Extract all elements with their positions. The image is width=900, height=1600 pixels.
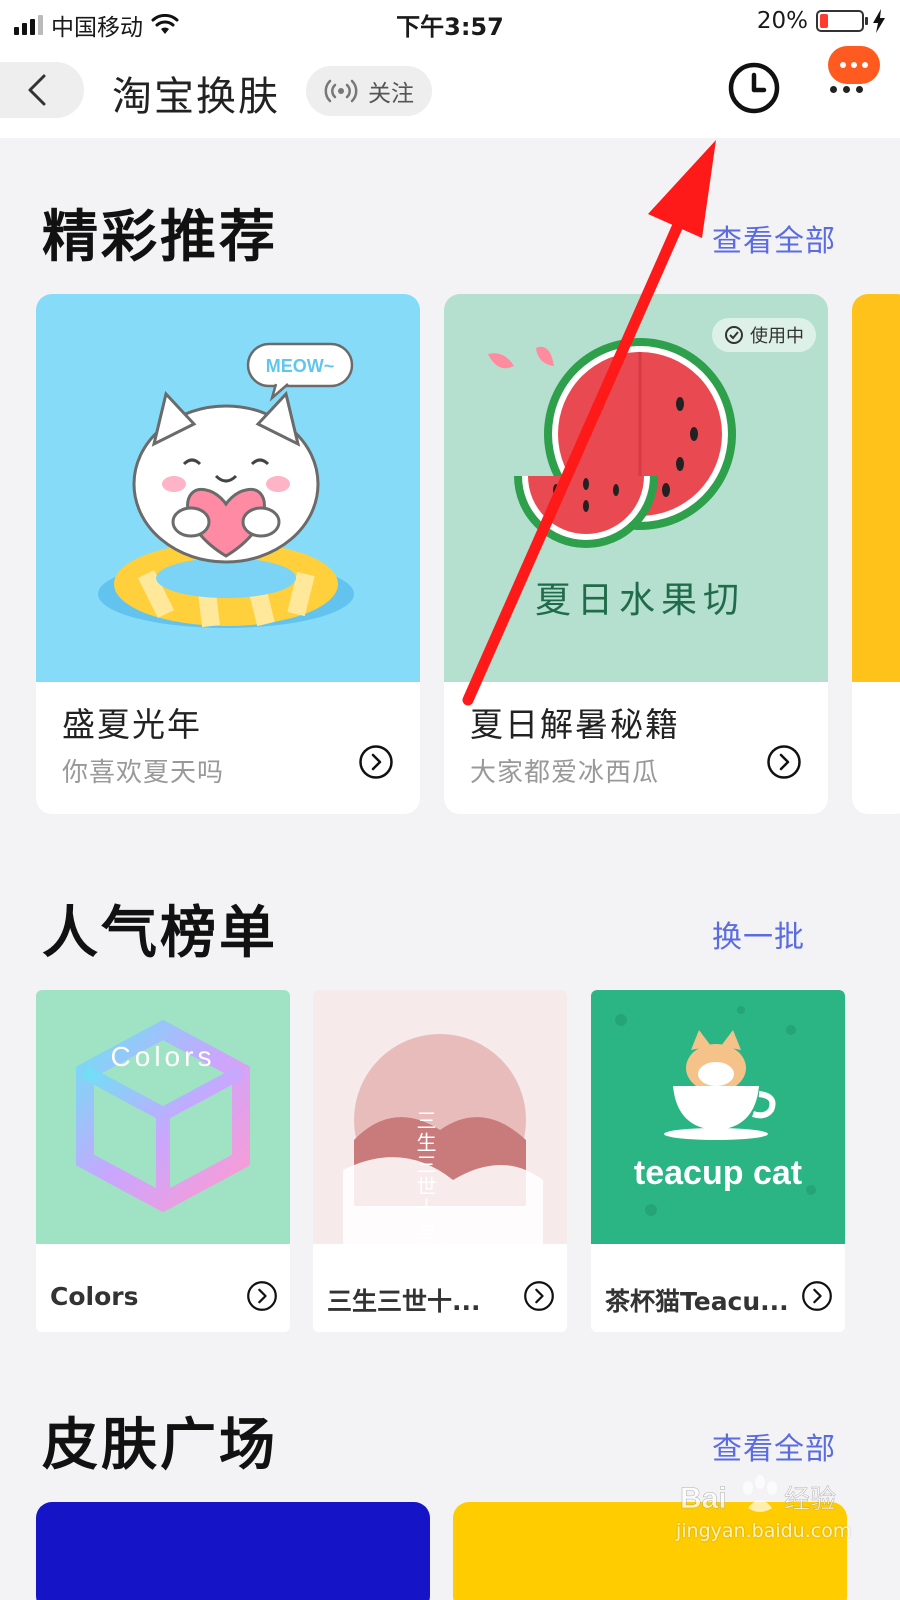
svg-text:Bai: Bai bbox=[680, 1482, 727, 1515]
ranking-card-image: teacup cat bbox=[591, 990, 845, 1244]
history-button[interactable] bbox=[726, 60, 782, 116]
meow-art-text: MEOW~ bbox=[266, 356, 335, 376]
arrow-right-circle-icon[interactable] bbox=[246, 1280, 278, 1312]
baidu-watermark: Bai 经验 jingyan.baidu.com bbox=[676, 1472, 851, 1552]
status-right: 20% bbox=[757, 8, 886, 34]
featured-card-summer[interactable]: MEOW~ 盛夏光年 你喜欢夏天吗 bbox=[36, 294, 420, 814]
in-use-label: 使用中 bbox=[750, 326, 804, 347]
ranking-card-label: 茶杯猫Teacu... bbox=[605, 1287, 789, 1316]
more-button[interactable] bbox=[818, 46, 888, 126]
back-icon bbox=[28, 74, 46, 106]
annotation-arrow-head bbox=[648, 140, 716, 238]
follow-label: 关注 bbox=[368, 81, 414, 107]
featured-card-image: MEOW~ bbox=[36, 294, 420, 682]
featured-card-partial[interactable] bbox=[852, 294, 900, 814]
featured-card-subtitle: 你喜欢夏天吗 bbox=[62, 758, 225, 788]
featured-card-image bbox=[852, 294, 900, 682]
battery-icon bbox=[816, 10, 868, 32]
arrow-right-circle-icon[interactable] bbox=[801, 1280, 833, 1312]
featured-card-subtitle: 大家都爱冰西瓜 bbox=[470, 758, 660, 788]
ranking-card-image: 三生三世十里桃花 bbox=[313, 990, 567, 1286]
plaza-section-title: 皮肤广场 bbox=[42, 1413, 278, 1478]
featured-card-title: 盛夏光年 bbox=[62, 705, 202, 744]
featured-card-title: 夏日解暑秘籍 bbox=[470, 705, 680, 744]
plaza-card[interactable] bbox=[36, 1502, 430, 1600]
peach-art-text: 三生三世十里桃花 bbox=[413, 1110, 437, 1244]
ranking-card-colors[interactable]: Colors Colors bbox=[36, 990, 290, 1332]
ranking-card-label: 三生三世十... bbox=[327, 1287, 481, 1316]
charging-icon bbox=[873, 9, 885, 33]
message-bubble-icon[interactable] bbox=[828, 46, 880, 84]
ranking-refresh-link[interactable]: 换一批 bbox=[712, 912, 805, 956]
ranking-card-label: Colors bbox=[50, 1282, 139, 1311]
ranking-card-image: Colors bbox=[36, 990, 290, 1244]
follow-button[interactable]: 关注 bbox=[306, 66, 432, 116]
featured-card-image: 夏日水果切 bbox=[444, 294, 828, 682]
history-clock-icon bbox=[728, 62, 780, 114]
watermelon-art-text: 夏日水果切 bbox=[535, 580, 745, 621]
featured-view-all-link[interactable]: 查看全部 bbox=[712, 216, 836, 260]
featured-section-title: 精彩推荐 bbox=[42, 205, 278, 270]
status-bar: 中国移动 下午3:57 20% bbox=[0, 0, 900, 46]
baidu-paw-logo: Bai 经验 bbox=[680, 1475, 836, 1515]
ranking-section-title: 人气榜单 bbox=[42, 901, 278, 966]
svg-text:经验: 经验 bbox=[784, 1485, 836, 1515]
back-button[interactable] bbox=[0, 62, 84, 118]
broadcast-icon bbox=[324, 79, 358, 103]
arrow-right-circle-icon[interactable] bbox=[358, 744, 394, 780]
more-dots-icon bbox=[830, 86, 863, 93]
watermark-url: jingyan.baidu.com bbox=[676, 1520, 852, 1542]
teacup-art-text: teacup cat bbox=[634, 1154, 802, 1192]
arrow-right-circle-icon[interactable] bbox=[523, 1280, 555, 1312]
in-use-badge: 使用中 bbox=[712, 318, 816, 352]
colors-art-text: Colors bbox=[111, 1041, 216, 1072]
battery-level bbox=[820, 14, 828, 28]
arrow-right-circle-icon[interactable] bbox=[766, 744, 802, 780]
check-circle-icon bbox=[725, 326, 743, 344]
battery-percent: 20% bbox=[756, 8, 808, 34]
plaza-view-all-link[interactable]: 查看全部 bbox=[712, 1424, 836, 1468]
nav-bar: 淘宝换肤 关注 bbox=[0, 46, 900, 138]
page-title: 淘宝换肤 bbox=[112, 74, 280, 120]
ranking-card-teacup[interactable]: teacup cat 茶杯猫Teacu... bbox=[591, 990, 845, 1332]
ranking-card-peach[interactable]: 三生三世十里桃花 三生三世十... bbox=[313, 990, 567, 1332]
featured-card-watermelon[interactable]: 夏日水果切 使用中 夏日解暑秘籍 大家都爱冰西瓜 bbox=[444, 294, 828, 814]
